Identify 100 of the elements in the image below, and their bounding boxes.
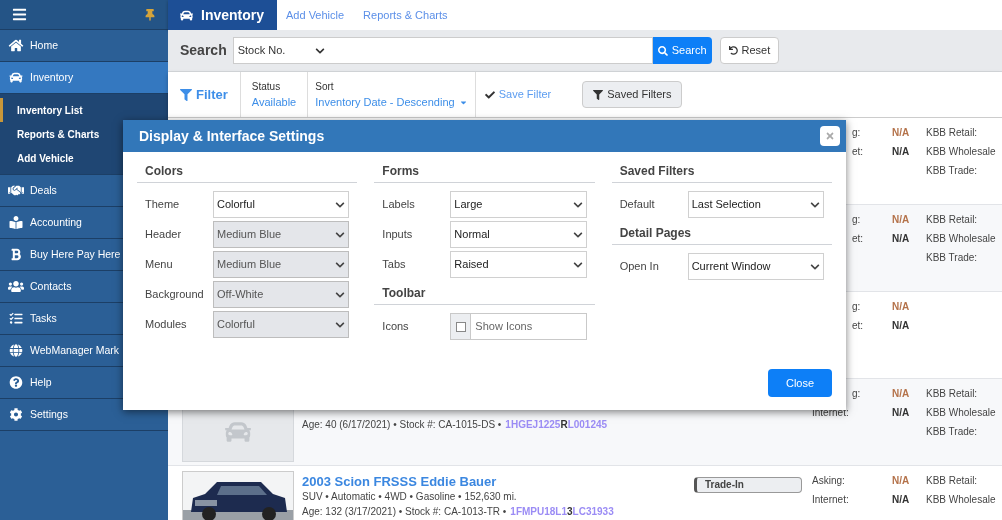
search-button[interactable]: Search [652, 37, 712, 64]
chevron-icon [335, 229, 346, 240]
sort-label: Sort [315, 79, 335, 94]
globe-icon [8, 344, 24, 357]
settings-icon [8, 408, 24, 421]
chevron-icon [335, 289, 346, 300]
chevron-icon [335, 259, 346, 270]
chevron-icon [335, 319, 346, 330]
vehicle-specs: SUV • Automatic • 4WD • Gasoline • 152,630 mi. [302, 490, 518, 504]
status-value[interactable]: Available [251, 93, 297, 111]
car-icon [180, 8, 193, 22]
pin-icon[interactable] [144, 8, 156, 21]
dropdown[interactable]: Large [450, 191, 587, 218]
section-heading: Detail Pages [611, 224, 832, 245]
asking-price: N/A [892, 300, 911, 314]
internet-price: N/A [892, 406, 911, 420]
search-label: Search [180, 41, 227, 60]
kbb-label: KBB Wholesale [926, 232, 997, 246]
nav-item[interactable]: Inventory [0, 62, 168, 94]
status-label: Status [251, 79, 282, 94]
internet-label: et: [852, 320, 864, 331]
vehicle-info: Age: 40 (6/17/2021) • Stock #: CA-1015-DS • [302, 418, 502, 432]
filter-icon [180, 88, 192, 101]
field-label: Open In [619, 259, 660, 275]
section-heading: Forms [374, 162, 595, 183]
internet-price: N/A [892, 232, 911, 246]
kbb-label: KBB Wholesale [926, 145, 997, 159]
kbb-label: KBB Trade: [926, 251, 979, 265]
filter-button[interactable]: Filter [168, 72, 241, 117]
car-icon [8, 71, 24, 84]
saved-filters-button[interactable]: Saved Filters [582, 81, 683, 108]
field-label: Default [619, 197, 656, 213]
internet-price: N/A [892, 493, 911, 507]
asking-price: N/A [892, 474, 911, 488]
handshake-icon [8, 184, 24, 197]
chevron-icon [335, 199, 346, 210]
asking-label: g: [852, 388, 861, 399]
checkbox[interactable] [455, 321, 466, 332]
header-link[interactable]: Add Vehicle [286, 6, 345, 24]
internet-label: Internet: [812, 494, 849, 505]
search-type-dropdown[interactable]: Stock No. [232, 37, 330, 64]
kbb-label: KBB Retail: [926, 126, 979, 140]
section-heading: Colors [137, 162, 358, 183]
chevron-icon [572, 229, 583, 240]
home-icon [8, 39, 24, 52]
vehicle-title[interactable]: 2003 Scion FRSSS Eddie Bauer [302, 474, 694, 489]
dropdown[interactable]: Last Selection [687, 191, 824, 218]
checkbox-field[interactable]: Show Icons [450, 313, 587, 340]
vin-link[interactable]: 1FMPU18L13LC31933 [510, 504, 614, 519]
dialog-title: Display & Interface Settings [139, 126, 325, 146]
section-heading: Toolbar [374, 284, 595, 305]
menu-icon[interactable] [12, 7, 27, 22]
kbb-label: KBB Trade: [926, 164, 979, 178]
header-link[interactable]: Reports & Charts [363, 6, 448, 24]
dropdown[interactable]: Colorful [213, 191, 350, 218]
car-icon [225, 419, 251, 445]
internet-price: N/A [892, 319, 911, 333]
internet-price: N/A [892, 145, 911, 159]
kbb-label: KBB Trade: [926, 425, 979, 439]
reader-icon [8, 216, 24, 229]
field-label: Icons [382, 319, 410, 335]
field-label: Labels [382, 197, 416, 213]
asking-label: Asking: [812, 475, 845, 486]
asking-label: g: [852, 301, 861, 312]
close-icon [825, 131, 835, 141]
close-button[interactable]: Close [768, 369, 832, 397]
chevron-icon [810, 261, 820, 272]
asking-label: g: [852, 214, 861, 225]
vehicle-info: Age: 132 (3/17/2021) • Stock #: CA-1013-TR • [302, 505, 507, 519]
filter-icon [593, 89, 604, 100]
status-badge: Trade-In [694, 477, 802, 493]
kbb-label: KBB Retail: [926, 213, 979, 227]
asking-price: N/A [892, 213, 911, 227]
chevron-icon [314, 45, 325, 56]
dropdown[interactable]: Normal [450, 221, 587, 248]
chevron-icon [572, 259, 583, 270]
vin-link[interactable]: 1HGEJ1225RL001245 [505, 417, 608, 432]
field-label: Tabs [382, 257, 407, 273]
kbb-label: KBB Retail: [926, 474, 979, 488]
kbb-label: KBB Wholesale [926, 493, 997, 507]
internet-label: Internet: [812, 407, 849, 418]
page-tab[interactable]: Inventory [168, 0, 277, 30]
dropdown[interactable]: Raised [450, 251, 587, 278]
dropdown[interactable]: Current Window [687, 253, 824, 280]
internet-label: et: [852, 233, 864, 244]
undo-icon [728, 46, 738, 55]
search-field[interactable] [328, 37, 653, 64]
users-icon [8, 280, 24, 293]
chevron-icon [572, 199, 583, 210]
field-label: Inputs [382, 227, 414, 243]
section-heading: Saved Filters [611, 162, 832, 183]
asking-label: g: [852, 127, 861, 138]
close-button[interactable] [820, 126, 840, 146]
kbb-label: KBB Wholesale [926, 406, 997, 420]
search-icon [657, 45, 668, 56]
reset-button[interactable]: Reset [719, 37, 780, 64]
kbb-label: KBB Retail: [926, 387, 979, 401]
help-icon [8, 376, 24, 389]
check-icon [484, 89, 495, 100]
sort-dropdown[interactable]: Inventory Date - Descending [315, 93, 468, 111]
